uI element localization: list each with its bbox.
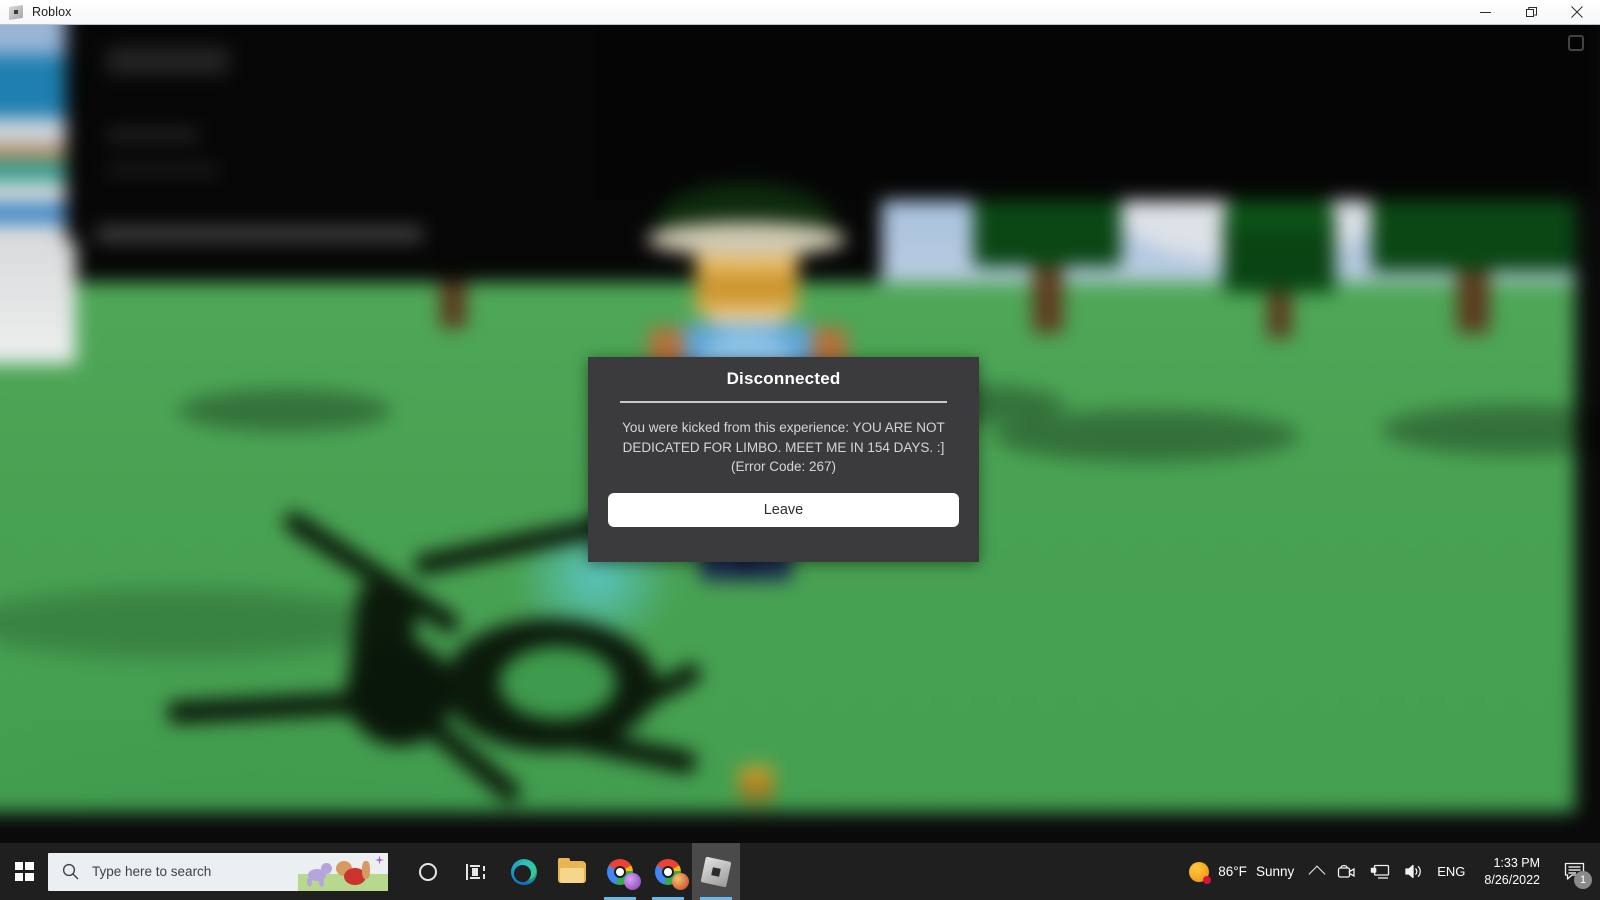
- weather-condition: Sunny: [1255, 864, 1295, 879]
- start-button[interactable]: [0, 843, 48, 900]
- volume-icon: [1405, 864, 1422, 879]
- in-game-ui-panel: [0, 241, 76, 364]
- dialog-separator: [620, 401, 947, 403]
- dialog-message: You were kicked from this experience: YO…: [608, 418, 960, 477]
- window-title: Roblox: [32, 5, 72, 19]
- taskbar-app-icons: [404, 843, 740, 900]
- system-tray: 86°F Sunny ENG 1:33 PM 8/26/2022 1: [1175, 843, 1600, 900]
- building-ledge: [96, 225, 423, 243]
- network-icon: [1371, 864, 1390, 879]
- sun-icon: [1189, 861, 1212, 884]
- windows-taskbar: Type here to search 86°F Sunny ENG 1:33 …: [0, 843, 1600, 900]
- spider-shadow-creature: [147, 507, 705, 838]
- taskbar-item-chrome-2[interactable]: [644, 843, 692, 900]
- tray-overflow-button[interactable]: [1304, 843, 1330, 900]
- tray-onedrive-camera[interactable]: [1330, 843, 1363, 900]
- clock-date: 8/26/2022: [1484, 872, 1540, 887]
- taskbar-item-roblox[interactable]: [692, 843, 740, 900]
- chrome-profile-badge: [672, 873, 689, 890]
- minimize-icon[interactable]: [1462, 0, 1508, 25]
- folder-icon: [558, 857, 586, 883]
- building-ledge: [106, 129, 199, 142]
- weather-temperature: 86°F: [1218, 864, 1247, 879]
- taskbar-item-file-explorer[interactable]: [548, 843, 596, 900]
- dialog-message-line-1: You were kicked from this experience: YO…: [622, 420, 945, 435]
- sparkle-icon: [375, 855, 384, 865]
- chevron-up-icon: [1308, 865, 1326, 882]
- windows-logo-icon: [14, 862, 34, 881]
- tree-shadow: [177, 389, 392, 432]
- building-ledge: [106, 164, 219, 175]
- clock[interactable]: 1:33 PM 8/26/2022: [1472, 843, 1552, 900]
- roblox-cube-icon: [9, 4, 24, 20]
- poodle-icon: [304, 861, 334, 887]
- search-placeholder: Type here to search: [92, 864, 212, 879]
- taskbar-item-chrome-1[interactable]: [596, 843, 644, 900]
- dialog-message-line-2: DEDICATED FOR LIMBO. MEET ME IN 154 DAYS…: [622, 439, 945, 455]
- restore-icon[interactable]: [1508, 0, 1554, 25]
- dialog-title: Disconnected: [726, 369, 841, 388]
- game-viewport[interactable]: Disconnected You were kicked from this e…: [0, 25, 1600, 843]
- weather-widget[interactable]: 86°F Sunny: [1175, 843, 1304, 900]
- search-icon: [48, 863, 92, 880]
- dog-icon: [334, 857, 372, 887]
- titlebar-left: Roblox: [0, 4, 1462, 20]
- tree-shadow: [993, 409, 1300, 463]
- clock-time: 1:33 PM: [1493, 855, 1540, 870]
- close-icon[interactable]: [1554, 0, 1600, 25]
- search-input[interactable]: Type here to search: [48, 852, 388, 891]
- taskbar-item-edge[interactable]: [500, 843, 548, 900]
- notification-count-badge: 1: [1574, 871, 1592, 889]
- building-ledge: [106, 47, 229, 74]
- leave-button[interactable]: Leave: [608, 493, 959, 528]
- tray-language[interactable]: ENG: [1430, 843, 1472, 900]
- tray-network[interactable]: [1363, 843, 1397, 900]
- circle-icon: [419, 862, 437, 881]
- notification-center-button[interactable]: 1: [1552, 843, 1596, 900]
- disconnected-dialog: Disconnected You were kicked from this e…: [588, 357, 979, 562]
- in-game-ui-panel: [0, 25, 66, 272]
- edge-icon: [511, 858, 537, 885]
- taskbar-item-cortana[interactable]: [404, 843, 452, 900]
- tray-volume[interactable]: [1397, 843, 1430, 900]
- window-titlebar: Roblox: [0, 0, 1600, 25]
- ground-item: [738, 766, 774, 802]
- window-controls: [1462, 0, 1600, 25]
- dialog-message-line-3: (Error Code: 267): [730, 459, 837, 475]
- task-view-icon: [466, 863, 486, 880]
- search-dogs-illustration: [298, 852, 388, 891]
- chrome-profile-badge: [624, 873, 641, 890]
- roblox-cube-icon: [700, 856, 732, 887]
- taskbar-item-task-view[interactable]: [452, 843, 500, 900]
- onedrive-camera-icon: [1338, 864, 1355, 878]
- hud-indicator-icon: [1568, 35, 1584, 51]
